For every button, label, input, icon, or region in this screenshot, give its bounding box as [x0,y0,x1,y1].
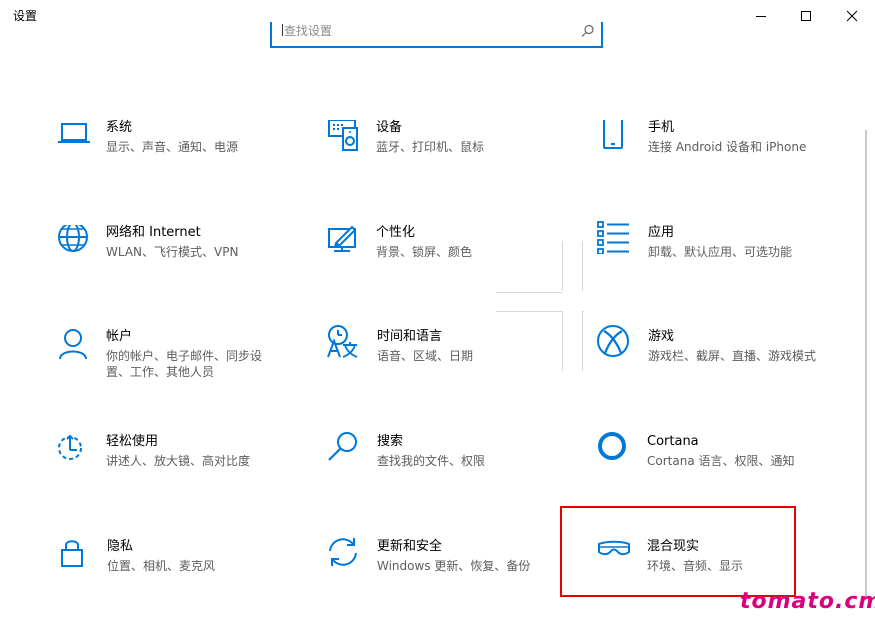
cortana-ring-icon [598,432,626,460]
search-magnifier-icon [328,432,357,461]
phone-icon [603,120,623,149]
tile-update-security[interactable]: 更新和安全 Windows 更新、恢复、备份 [327,537,577,617]
reveal-border [583,311,584,312]
scrollbar[interactable] [865,130,867,600]
tile-personalization[interactable]: 个性化 背景、锁屏、颜色 [328,225,578,305]
highlight-box [560,506,796,597]
window-title: 设置 [13,9,38,23]
tile-cortana[interactable]: Cortana Cortana 语言、权限、通知 [598,432,848,512]
tile-title: Cortana [647,434,699,449]
time-language-icon [327,325,358,358]
tile-description: 卸载、默认应用、可选功能 [648,245,793,259]
tile-title: 搜索 [377,434,404,449]
tile-description: 语音、区域、日期 [377,349,474,363]
text-caret [282,24,283,36]
xbox-icon [597,325,629,357]
tile-title: 手机 [648,120,675,135]
tile-description: 蓝牙、打印机、鼠标 [376,140,485,154]
tile-network[interactable]: 网络和 Internet WLAN、飞行模式、VPN [58,225,308,305]
tile-title: 更新和安全 [377,539,443,554]
tile-description: 讲述人、放大镜、高对比度 [106,454,251,468]
tile-devices[interactable]: 设备 蓝牙、打印机、鼠标 [328,120,578,200]
search-placeholder: 查找设置 [284,24,333,36]
close-icon [846,10,858,22]
tile-description: 位置、相机、麦克风 [107,559,216,573]
reveal-border [496,311,562,312]
tile-system[interactable]: 系统 显示、声音、通知、电源 [58,120,308,200]
person-icon [59,329,87,360]
tile-description: WLAN、飞行模式、VPN [106,245,239,259]
tile-accounts[interactable]: 帐户 你的帐户、电子邮件、同步设置、工作、其他人员 [58,329,308,409]
reveal-border [582,311,583,371]
tile-phone[interactable]: 手机 连接 Android 设备和 iPhone [600,120,850,200]
tile-description: 你的帐户、电子邮件、同步设置、工作、其他人员 [106,349,263,379]
tile-description: 游戏栏、截屏、直播、游戏模式 [648,349,817,363]
tile-title: 游戏 [648,329,675,344]
tile-apps[interactable]: 应用 卸载、默认应用、可选功能 [597,220,847,300]
globe-icon [58,225,88,252]
tile-description: 背景、锁屏、颜色 [376,245,473,259]
tile-search[interactable]: 搜索 查找我的文件、权限 [328,432,578,512]
lock-icon [61,540,83,567]
personalization-icon [328,225,357,252]
tile-description: 显示、声音、通知、电源 [106,140,239,154]
tile-title: 时间和语言 [377,329,443,344]
tile-description: 连接 Android 设备和 iPhone [648,140,807,154]
tile-title: 网络和 Internet [106,225,201,240]
tile-title: 隐私 [107,539,134,554]
tile-privacy[interactable]: 隐私 位置、相机、麦克风 [58,537,308,617]
tile-title: 应用 [648,225,675,240]
maximize-icon [801,11,811,21]
settings-window: 设置 查找设置 系统 显示、声音、通知、电源 设备 蓝牙、打印机、鼠标 手机 连… [0,0,875,627]
maximize-button[interactable] [783,0,829,32]
tile-title: 个性化 [376,225,416,240]
minimize-icon [756,16,766,17]
tile-description: 查找我的文件、权限 [377,454,486,468]
tile-description: Cortana 语言、权限、通知 [647,454,795,468]
tile-time-language[interactable]: 时间和语言 语音、区域、日期 [326,325,576,405]
laptop-icon [58,123,90,143]
watermark: tomato.cm [740,589,875,614]
tile-title: 设备 [376,120,403,135]
tile-description: Windows 更新、恢复、备份 [377,559,531,573]
tile-title: 轻松使用 [106,434,159,449]
minimize-button[interactable] [738,0,784,32]
close-button[interactable] [829,0,875,32]
tile-ease-of-access[interactable]: 轻松使用 讲述人、放大镜、高对比度 [57,434,307,514]
search-input[interactable]: 查找设置 [270,22,603,48]
reveal-border [582,241,583,291]
devices-icon [328,120,358,151]
sync-arrows-icon [329,538,357,566]
tile-gaming[interactable]: 游戏 游戏栏、截屏、直播、游戏模式 [597,325,847,405]
search-icon [581,24,594,37]
apps-list-icon [597,221,629,254]
tile-title: 系统 [106,120,133,135]
ease-of-access-icon [58,434,82,460]
tile-title: 帐户 [106,329,133,344]
